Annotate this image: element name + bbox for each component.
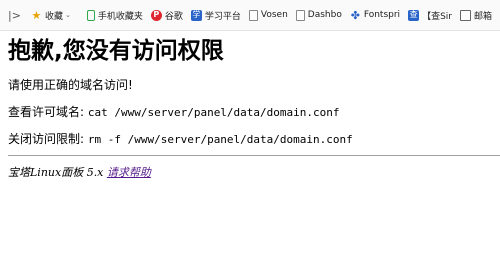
bookmark-label: 收藏 <box>44 11 63 22</box>
bookmark-label: 邮箱 <box>473 11 492 22</box>
horizontal-rule <box>8 155 500 156</box>
study-icon: 学 <box>190 9 202 21</box>
bookmark-fontspring[interactable]: ✤ Fontspri <box>350 6 400 24</box>
disable-restriction-label: 关闭访问限制: <box>8 132 88 146</box>
bookmark-label: Fontspri <box>363 10 401 20</box>
bookmark-vosen[interactable]: Vosen <box>248 6 288 24</box>
instruction-text: 请使用正确的域名访问! <box>8 78 133 92</box>
footer-text: 宝塔Linux面板 5.x <box>8 166 107 179</box>
sidebar-toggle-icon[interactable]: |> <box>8 9 21 22</box>
bookmark-google[interactable]: P 谷歌 <box>150 6 183 24</box>
bookmarks-bar: |> ★ 收藏 ⌄ 手机收藏夹 P 谷歌 学 学习平台 Vosen Dashbo… <box>0 0 500 31</box>
disable-restriction-line: 关闭访问限制: rm -f /www/server/panel/data/dom… <box>8 131 353 148</box>
bookmark-mailbox[interactable]: 邮箱 <box>459 6 492 24</box>
bookmark-label: Vosen <box>260 10 288 20</box>
allowed-domain-line: 查看许可域名: cat /www/server/panel/data/domai… <box>8 104 340 121</box>
bookmark-study-platform[interactable]: 学 学习平台 <box>190 6 241 24</box>
bookmark-label: 谷歌 <box>164 11 183 22</box>
page-title: 抱歉,您没有访问权限 <box>8 38 224 64</box>
bookmark-label: Dashbo <box>307 10 342 20</box>
allowed-domain-command: cat /www/server/panel/data/domain.conf <box>87 106 340 119</box>
bookmark-label: 【查Sir <box>422 11 452 22</box>
bookmark-favorites[interactable]: ★ 收藏 ⌄ <box>31 6 71 24</box>
bookmark-dashboard[interactable]: Dashbo <box>295 6 342 24</box>
page-content: 抱歉,您没有访问权限 请使用正确的域名访问! 查看许可域名: cat /www/… <box>8 31 500 179</box>
bookmark-chasir[interactable]: 查 【查Sir <box>408 6 452 24</box>
bookmark-label: 手机收藏夹 <box>97 11 143 22</box>
mail-icon <box>459 9 471 21</box>
document-icon <box>295 9 305 21</box>
allowed-domain-label: 查看许可域名: <box>8 105 88 119</box>
font-icon: ✤ <box>350 8 360 22</box>
p-icon: P <box>150 9 162 21</box>
disable-restriction-command: rm -f /www/server/panel/data/domain.conf <box>87 133 353 146</box>
star-icon: ★ <box>31 8 42 22</box>
document-icon <box>248 9 258 21</box>
chevron-down-icon: ⌄ <box>64 11 71 19</box>
sir-icon: 查 <box>408 9 420 21</box>
bookmark-label: 学习平台 <box>204 11 241 22</box>
help-link[interactable]: 请求帮助 <box>107 166 151 179</box>
footer: 宝塔Linux面板 5.x 请求帮助 <box>8 164 151 180</box>
bookmark-mobile-favorites[interactable]: 手机收藏夹 <box>86 6 143 24</box>
phone-icon <box>86 9 95 21</box>
